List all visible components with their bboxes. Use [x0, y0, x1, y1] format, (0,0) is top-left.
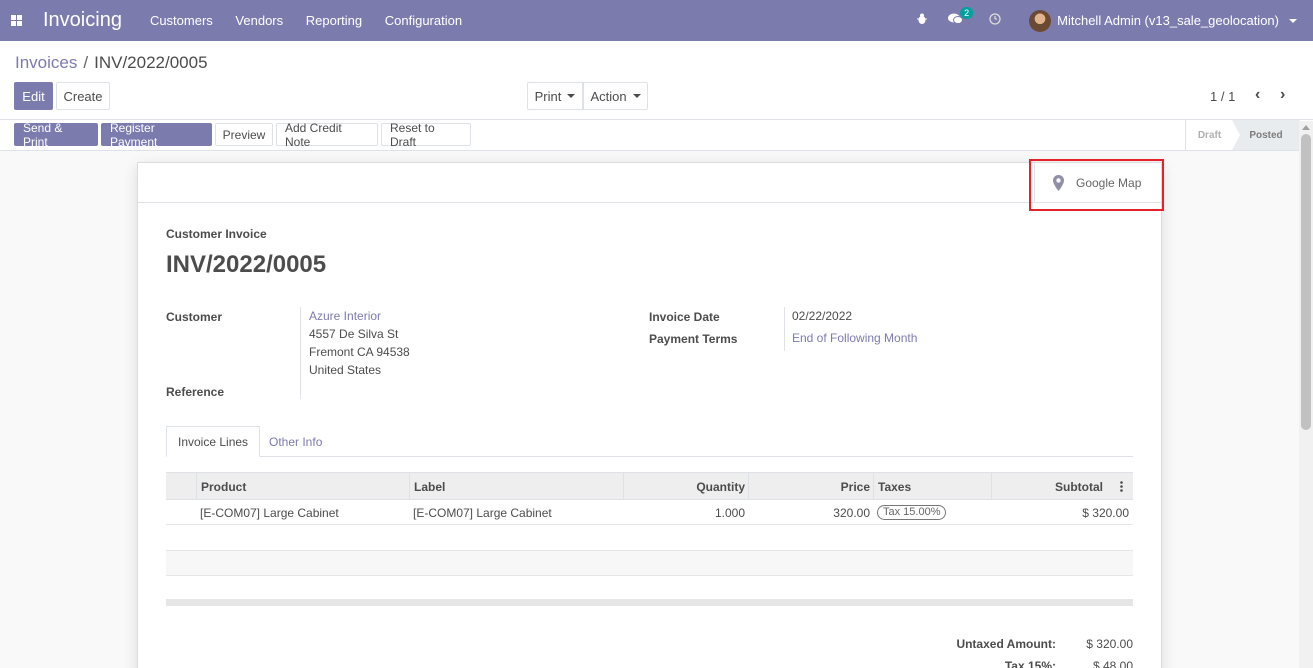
- table-row[interactable]: [E-COM07] Large Cabinet [E-COM07] Large …: [166, 500, 1133, 525]
- create-button[interactable]: Create: [56, 82, 110, 110]
- app-title[interactable]: Invoicing: [43, 9, 122, 32]
- invoice-date-label: Invoice Date: [649, 310, 720, 324]
- user-avatar[interactable]: [1029, 9, 1052, 32]
- google-map-label: Google Map: [1076, 176, 1142, 190]
- payment-terms-label: Payment Terms: [649, 332, 738, 346]
- invoice-type-label: Customer Invoice: [166, 227, 267, 241]
- invoice-lines-header: Product Label Quantity Price Taxes Subto…: [166, 472, 1133, 500]
- customer-address: Azure Interior 4557 De Silva St Fremont …: [309, 307, 410, 379]
- handle-column: [166, 473, 197, 500]
- pager-value[interactable]: 1 / 1: [1210, 89, 1235, 104]
- chevron-right-icon[interactable]: ›: [1280, 86, 1285, 104]
- status-bar: Send & Print Register Payment Preview Ad…: [0, 120, 1313, 151]
- customer-name-link[interactable]: Azure Interior: [309, 307, 410, 325]
- messages-count-badge: 2: [960, 7, 974, 19]
- table-row-empty: [166, 551, 1133, 576]
- caret-down-icon: [567, 94, 576, 98]
- scrollbar-thumb[interactable]: [1301, 134, 1311, 430]
- navbar-systray: 2 Mitchell Admin (v13_sale_geolocation): [916, 0, 1313, 41]
- col-price[interactable]: Price: [748, 473, 874, 500]
- menu-reporting[interactable]: Reporting: [306, 13, 362, 28]
- column-options-icon[interactable]: [1110, 473, 1133, 500]
- untaxed-amount-value: $ 320.00: [1086, 637, 1133, 651]
- tab-other-info[interactable]: Other Info: [258, 426, 333, 457]
- reset-to-draft-button[interactable]: Reset to Draft: [381, 121, 471, 149]
- breadcrumb-invoices-link[interactable]: Invoices: [15, 53, 77, 72]
- invoice-number-title: INV/2022/0005: [166, 251, 327, 278]
- edit-button[interactable]: Edit: [14, 82, 53, 110]
- clock-icon[interactable]: [989, 13, 1001, 28]
- tab-invoice-lines[interactable]: Invoice Lines: [166, 426, 261, 457]
- untaxed-amount-label: Untaxed Amount:: [956, 637, 1056, 651]
- scroll-up-arrow-icon[interactable]: [1302, 125, 1310, 130]
- menu-vendors[interactable]: Vendors: [235, 13, 283, 28]
- chevron-left-icon[interactable]: ‹: [1255, 86, 1260, 104]
- cell-price: 320.00: [833, 505, 870, 520]
- state-posted[interactable]: Posted: [1232, 120, 1300, 150]
- chevron-down-icon[interactable]: [1289, 18, 1297, 23]
- address-line: Fremont CA 94538: [309, 345, 410, 359]
- action-dropdown-button[interactable]: Action: [583, 82, 648, 110]
- messages-icon[interactable]: 2: [948, 7, 974, 28]
- address-line: United States: [309, 363, 382, 377]
- col-label[interactable]: Label: [409, 473, 624, 500]
- notebook-tabs: Invoice Lines Other Info: [166, 426, 1133, 457]
- field-separator: [300, 307, 301, 399]
- preview-button[interactable]: Preview: [215, 123, 273, 146]
- send-print-button[interactable]: Send & Print: [14, 121, 98, 149]
- breadcrumb: Invoices / INV/2022/0005: [15, 53, 208, 72]
- col-taxes[interactable]: Taxes: [873, 473, 992, 500]
- cell-label: [E-COM07] Large Cabinet: [413, 505, 552, 520]
- field-separator: [784, 307, 785, 351]
- cell-product: [E-COM07] Large Cabinet: [200, 505, 339, 520]
- tax-tag: Tax 15.00%: [877, 505, 947, 520]
- table-row-empty: [166, 526, 1133, 551]
- table-footer: [166, 599, 1133, 606]
- user-menu-name[interactable]: Mitchell Admin (v13_sale_geolocation): [1057, 13, 1279, 28]
- invoice-date-value: 02/22/2022: [792, 309, 853, 323]
- form-sheet: Google Map Customer Invoice INV/2022/000…: [137, 162, 1162, 668]
- cell-quantity: 1.000: [714, 505, 745, 520]
- register-payment-button[interactable]: Register Payment: [101, 121, 212, 149]
- bug-icon[interactable]: [916, 13, 928, 28]
- add-credit-note-button[interactable]: Add Credit Note: [276, 121, 378, 149]
- map-marker-icon: [1053, 175, 1064, 191]
- breadcrumb-current: INV/2022/0005: [94, 53, 208, 72]
- customer-label: Customer: [166, 310, 223, 324]
- cell-subtotal: $ 320.00: [1082, 505, 1129, 520]
- control-panel: Invoices / INV/2022/0005 Edit Create Print…: [0, 41, 1313, 120]
- col-quantity[interactable]: Quantity: [623, 473, 749, 500]
- print-dropdown-button[interactable]: Print: [527, 82, 583, 110]
- apps-menu-icon[interactable]: [2, 0, 30, 41]
- menu-configuration[interactable]: Configuration: [385, 13, 462, 28]
- top-navbar: Invoicing Customers Vendors Reporting Co…: [0, 0, 1313, 41]
- col-product[interactable]: Product: [196, 473, 410, 500]
- reference-label: Reference: [166, 385, 225, 399]
- tax-amount-label: Tax 15%:: [1004, 659, 1056, 668]
- payment-terms-link[interactable]: End of Following Month: [792, 329, 917, 347]
- caret-down-icon: [632, 94, 641, 98]
- menu-customers[interactable]: Customers: [150, 13, 213, 28]
- tax-amount-value: $ 48.00: [1092, 659, 1133, 668]
- address-line: 4557 De Silva St: [309, 327, 399, 341]
- main-menu: Customers Vendors Reporting Configuratio…: [150, 13, 481, 28]
- google-map-button[interactable]: Google Map: [1034, 163, 1161, 203]
- cell-taxes: Tax 15.00%: [873, 500, 992, 525]
- smart-button-box: Google Map: [138, 163, 1161, 203]
- col-subtotal[interactable]: Subtotal: [991, 473, 1111, 500]
- table-row-empty: [166, 576, 1133, 601]
- state-draft[interactable]: Draft: [1185, 120, 1233, 150]
